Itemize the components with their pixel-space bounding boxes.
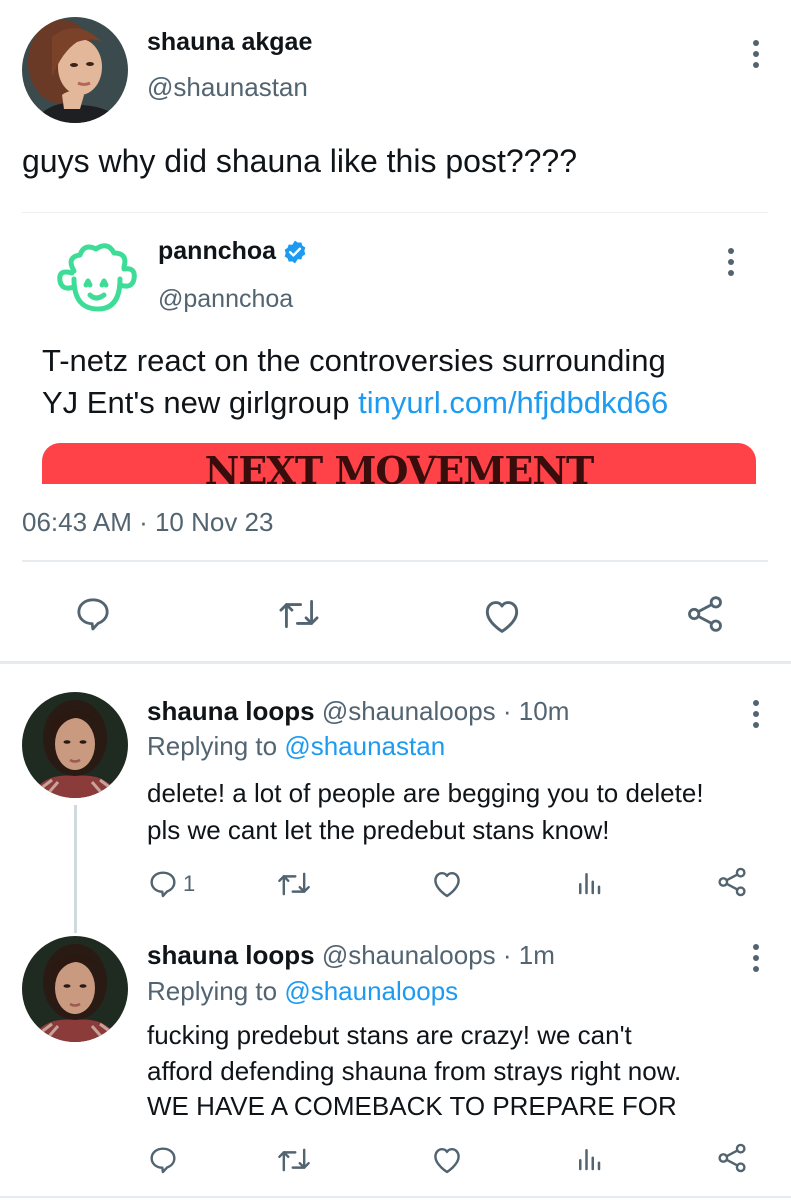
reply-2-retweet-icon[interactable] — [276, 1146, 312, 1174]
reply-icon[interactable] — [73, 594, 113, 634]
tweet-text: guys why did shauna like this post???? — [22, 143, 578, 179]
section-divider — [0, 661, 791, 664]
display-name[interactable]: shauna akgae — [147, 28, 312, 57]
quoted-display-name[interactable]: pannchoa — [158, 237, 276, 266]
reply-1-display-name[interactable]: shauna loops — [147, 696, 315, 726]
reply-2-text-line-3: WE HAVE A COMEBACK TO PREPARE FOR — [147, 1091, 677, 1121]
reply-1-analytics-icon[interactable] — [574, 868, 604, 898]
quoted-text-line-2: YJ Ent's new girlgroup — [42, 385, 359, 420]
reply-2-like-icon[interactable] — [430, 1144, 464, 1174]
reply-2-text-line-1: fucking predebut stans are crazy! we can… — [147, 1020, 632, 1050]
avatar-shaunastan[interactable] — [22, 17, 128, 123]
pannchoa-logo[interactable] — [48, 235, 138, 325]
reply-1-text-line-1: delete! a lot of people are begging you … — [147, 778, 704, 808]
more-options-icon[interactable] — [750, 40, 762, 68]
reply-1-text-line-2: pls we cant let the predebut stans know! — [147, 815, 610, 845]
retweet-icon[interactable] — [277, 596, 321, 632]
reply-1-age[interactable]: · 10m — [503, 696, 569, 726]
reply-2-display-name[interactable]: shauna loops — [147, 940, 315, 970]
timestamp[interactable]: 06:43 AM · 10 Nov 23 — [22, 507, 273, 538]
verified-badge-icon — [282, 239, 308, 265]
avatar-shaunaloops-2[interactable] — [22, 936, 128, 1042]
reply-1-handle[interactable]: @shaunaloops — [322, 696, 496, 726]
share-icon[interactable] — [684, 594, 726, 634]
thread-connector-line — [74, 805, 77, 933]
quoted-handle[interactable]: @pannchoa — [158, 285, 293, 314]
reply-2-analytics-icon[interactable] — [574, 1144, 604, 1174]
quoted-more-options-icon[interactable] — [725, 248, 737, 276]
reply-1-reply-icon[interactable]: 1 — [147, 868, 195, 900]
reply-1-more-options-icon[interactable] — [750, 700, 762, 728]
reply-2-more-options-icon[interactable] — [750, 944, 762, 972]
reply-2-age[interactable]: · 1m — [503, 940, 555, 970]
reply-2-replying-to-link[interactable]: @shaunaloops — [284, 976, 458, 1006]
reply-1-like-icon[interactable] — [430, 868, 464, 898]
reply-1-replying-to-link[interactable]: @shaunastan — [284, 731, 445, 761]
reply-1-share-icon[interactable] — [716, 866, 748, 898]
reply-2-share-icon[interactable] — [716, 1142, 748, 1174]
like-icon[interactable] — [481, 596, 523, 634]
quoted-tweet-card[interactable]: pannchoa @pannchoa T-netz react on the c… — [22, 212, 768, 484]
quoted-link[interactable]: tinyurl.com/hfjdbdkd66 — [358, 385, 668, 420]
quoted-media-banner[interactable]: NEXT MOVEMENT — [42, 443, 756, 484]
reply-2-handle[interactable]: @shaunaloops — [322, 940, 496, 970]
reply-2-reply-icon[interactable] — [147, 1144, 183, 1176]
reply-1-replying-prefix: Replying to — [147, 731, 285, 761]
reply-1-reply-count: 1 — [183, 871, 196, 896]
bottom-divider — [0, 1196, 791, 1198]
reply-1-retweet-icon[interactable] — [276, 870, 312, 898]
reply-2-text-line-2: afford defending shauna from strays righ… — [147, 1056, 682, 1086]
banner-text: NEXT MOVEMENT — [204, 448, 595, 484]
user-handle[interactable]: @shaunastan — [147, 72, 308, 103]
avatar-shaunaloops[interactable] — [22, 692, 128, 798]
quoted-text-line-1: T-netz react on the controversies surrou… — [42, 343, 666, 378]
reply-2-replying-prefix: Replying to — [147, 976, 285, 1006]
divider — [22, 560, 768, 562]
